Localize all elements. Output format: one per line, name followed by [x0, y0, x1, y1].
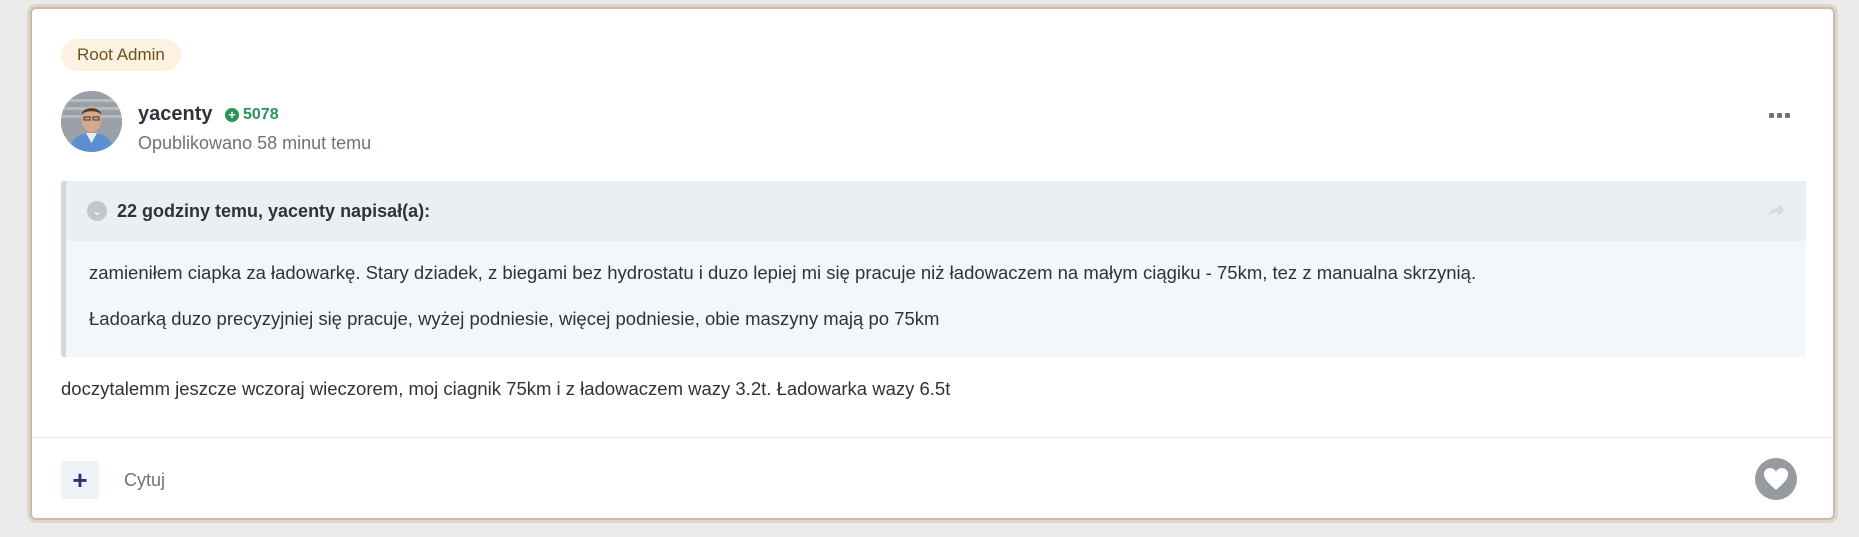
quote-button[interactable]: Cytuj [124, 470, 165, 491]
quote-citation: 22 godziny temu, yacenty napisał(a): [117, 200, 431, 221]
reputation-badge[interactable]: + 5078 [225, 106, 279, 124]
more-options-button[interactable] [1764, 105, 1794, 125]
heart-icon [1764, 468, 1788, 490]
post-timestamp[interactable]: Opublikowano 58 minut temu [138, 133, 371, 154]
plus-circle-icon: + [225, 108, 239, 122]
quote-header: ⌄ 22 godziny temu, yacenty napisał(a): [66, 181, 1806, 241]
reputation-count: 5078 [243, 106, 279, 123]
quote-paragraph: Ładoarką duzo precyzyjniej się pracuje, … [89, 308, 940, 329]
share-icon[interactable] [1766, 199, 1788, 221]
role-badge: Root Admin [61, 39, 181, 71]
forum-post: Root Admin yacenty + 5078 Opublikowano 5… [30, 7, 1835, 520]
ellipsis-icon [1768, 112, 1774, 118]
quote-body: zamieniłem ciapka za ładowarkę. Stary dz… [66, 241, 1806, 332]
plus-icon: + [72, 464, 88, 495]
chevron-down-icon[interactable]: ⌄ [87, 201, 107, 221]
multiquote-button[interactable]: + [61, 461, 99, 499]
quote-block: ⌄ 22 godziny temu, yacenty napisał(a): z… [61, 181, 1806, 357]
quote-paragraph: zamieniłem ciapka za ładowarkę. Stary dz… [89, 262, 1477, 283]
like-button[interactable] [1755, 458, 1797, 500]
author-name[interactable]: yacenty [138, 103, 213, 126]
avatar-photo [61, 91, 122, 152]
avatar[interactable] [61, 91, 122, 152]
post-body: doczytalemm jeszcze wczoraj wieczorem, m… [61, 378, 951, 399]
divider [32, 437, 1833, 438]
